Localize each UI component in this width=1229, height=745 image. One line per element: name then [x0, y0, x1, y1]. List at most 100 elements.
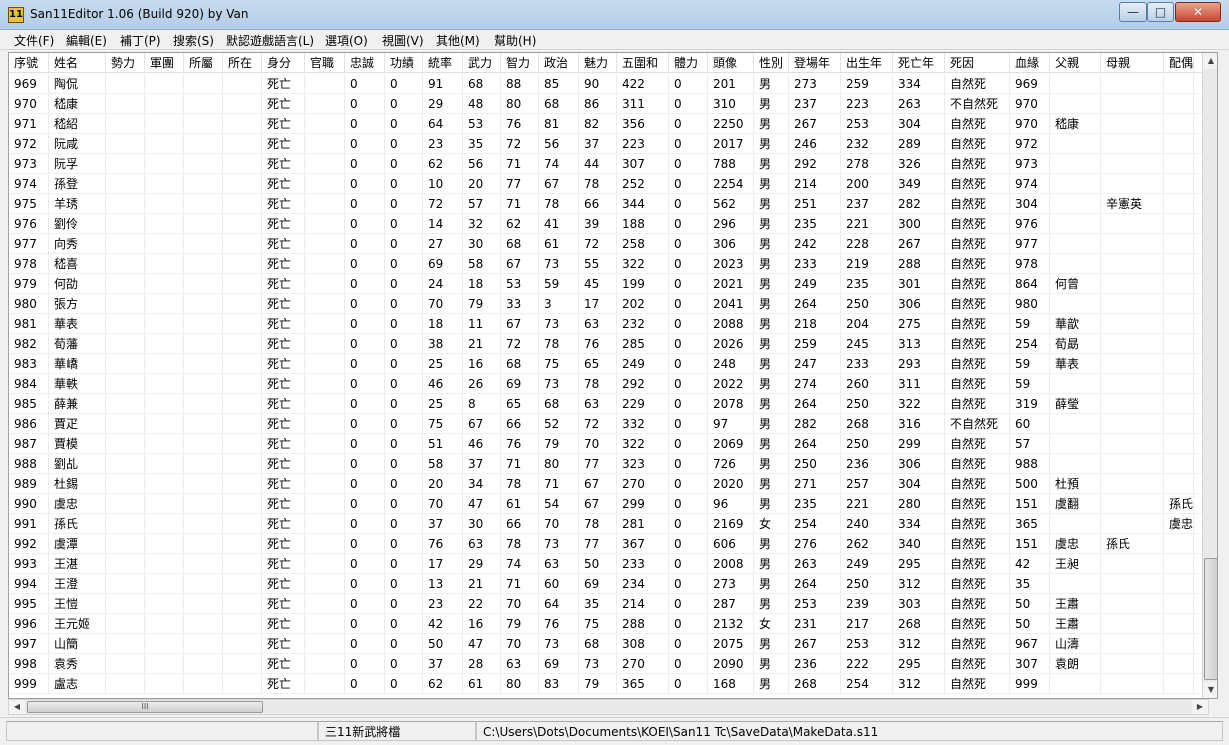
cell-col-total[interactable]: 234 — [617, 574, 669, 594]
menu-edit[interactable]: 編輯(E) — [66, 32, 107, 49]
cell-col-birth-year[interactable]: 235 — [841, 274, 893, 294]
cell-col-birth-year[interactable]: 250 — [841, 294, 893, 314]
cell-col-father[interactable]: 袁朗 — [1050, 654, 1101, 674]
cell-col-father[interactable]: 山濤 — [1050, 634, 1101, 654]
cell-col-loyalty[interactable]: 0 — [345, 134, 385, 154]
cell-col-debut-year[interactable]: 236 — [789, 654, 841, 674]
cell-col-status[interactable]: 死亡 — [262, 294, 305, 314]
cell-col-merit[interactable]: 0 — [385, 114, 423, 134]
cell-col-total[interactable]: 367 — [617, 534, 669, 554]
cell-col-name[interactable]: 王愷 — [49, 594, 106, 614]
cell-col-death-year[interactable]: 268 — [893, 614, 945, 634]
table-row[interactable]: 973 阮孚 死亡 0 0 62 56 71 74 44 307 0 788 男 292 278 326 自然死 9… — [9, 154, 1202, 174]
cell-col-force[interactable] — [106, 174, 145, 194]
cell-col-debut-year[interactable]: 242 — [789, 234, 841, 254]
cell-col-death-cause[interactable]: 自然死 — [945, 234, 1010, 254]
cell-col-loyalty[interactable]: 0 — [345, 294, 385, 314]
cell-col-loyalty[interactable]: 0 — [345, 374, 385, 394]
cell-col-force[interactable] — [106, 634, 145, 654]
cell-col-mother[interactable] — [1101, 294, 1164, 314]
cell-col-politics[interactable]: 73 — [539, 314, 579, 334]
cell-col-corps[interactable] — [145, 194, 184, 214]
cell-col-birth-year[interactable]: 239 — [841, 594, 893, 614]
cell-col-charm[interactable]: 69 — [579, 574, 617, 594]
cell-col-gender[interactable]: 男 — [754, 574, 789, 594]
cell-col-bloodline[interactable]: 977 — [1010, 234, 1050, 254]
cell-col-gender[interactable]: 男 — [754, 274, 789, 294]
cell-col-office[interactable] — [305, 254, 345, 274]
cell-col-location[interactable] — [223, 354, 262, 374]
cell-col-leadership[interactable]: 14 — [423, 214, 463, 234]
cell-col-debut-year[interactable]: 263 — [789, 554, 841, 574]
cell-col-charm[interactable]: 67 — [579, 494, 617, 514]
header-col-index[interactable]: 序號 — [9, 53, 49, 73]
cell-col-debut-year[interactable]: 276 — [789, 534, 841, 554]
header-col-birth-year[interactable]: 出生年 — [841, 53, 893, 73]
cell-col-affiliation[interactable] — [184, 294, 223, 314]
header-col-spouse[interactable]: 配偶 — [1164, 53, 1194, 73]
cell-col-merit[interactable]: 0 — [385, 514, 423, 534]
cell-col-affiliation[interactable] — [184, 574, 223, 594]
cell-col-leadership[interactable]: 37 — [423, 654, 463, 674]
cell-col-war[interactable]: 34 — [463, 474, 501, 494]
cell-col-spouse[interactable] — [1164, 554, 1194, 574]
cell-col-corps[interactable] — [145, 94, 184, 114]
cell-col-spouse[interactable] — [1164, 474, 1194, 494]
cell-col-name[interactable]: 荀藩 — [49, 334, 106, 354]
cell-col-stamina[interactable]: 0 — [669, 514, 708, 534]
cell-col-loyalty[interactable]: 0 — [345, 494, 385, 514]
cell-col-debut-year[interactable]: 214 — [789, 174, 841, 194]
cell-col-death-cause[interactable]: 自然死 — [945, 434, 1010, 454]
cell-col-war[interactable]: 28 — [463, 654, 501, 674]
cell-col-bloodline[interactable]: 59 — [1010, 354, 1050, 374]
cell-col-index[interactable]: 985 — [9, 394, 49, 414]
menu-patch[interactable]: 補丁(P) — [120, 32, 161, 49]
cell-col-loyalty[interactable]: 0 — [345, 614, 385, 634]
cell-col-debut-year[interactable]: 235 — [789, 494, 841, 514]
header-col-death-year[interactable]: 死亡年 — [893, 53, 945, 73]
cell-col-leadership[interactable]: 69 — [423, 254, 463, 274]
cell-col-spouse[interactable] — [1164, 94, 1194, 114]
cell-col-name[interactable]: 羊琇 — [49, 194, 106, 214]
cell-col-loyalty[interactable]: 0 — [345, 354, 385, 374]
cell-col-politics[interactable]: 54 — [539, 494, 579, 514]
cell-col-death-year[interactable]: 313 — [893, 334, 945, 354]
cell-col-location[interactable] — [223, 614, 262, 634]
cell-col-name[interactable]: 賈疋 — [49, 414, 106, 434]
cell-col-office[interactable] — [305, 314, 345, 334]
cell-col-name[interactable]: 張方 — [49, 294, 106, 314]
cell-col-force[interactable] — [106, 614, 145, 634]
cell-col-intellect[interactable]: 66 — [501, 514, 539, 534]
cell-col-spouse[interactable] — [1164, 114, 1194, 134]
cell-col-office[interactable] — [305, 354, 345, 374]
cell-col-portrait[interactable]: 726 — [708, 454, 754, 474]
app-icon[interactable]: 11 — [8, 7, 24, 23]
cell-col-merit[interactable]: 0 — [385, 254, 423, 274]
cell-col-corps[interactable] — [145, 554, 184, 574]
cell-col-portrait[interactable]: 97 — [708, 414, 754, 434]
cell-col-force[interactable] — [106, 474, 145, 494]
cell-col-loyalty[interactable]: 0 — [345, 254, 385, 274]
cell-col-stamina[interactable]: 0 — [669, 274, 708, 294]
cell-col-debut-year[interactable]: 264 — [789, 394, 841, 414]
cell-col-debut-year[interactable]: 259 — [789, 334, 841, 354]
cell-col-name[interactable]: 阮孚 — [49, 154, 106, 174]
cell-col-bloodline[interactable]: 365 — [1010, 514, 1050, 534]
cell-col-total[interactable]: 270 — [617, 654, 669, 674]
cell-col-intellect[interactable]: 71 — [501, 454, 539, 474]
cell-col-birth-year[interactable]: 253 — [841, 634, 893, 654]
cell-col-office[interactable] — [305, 294, 345, 314]
cell-col-death-year[interactable]: 334 — [893, 74, 945, 94]
cell-col-war[interactable]: 18 — [463, 274, 501, 294]
cell-col-war[interactable]: 21 — [463, 334, 501, 354]
cell-col-death-cause[interactable]: 自然死 — [945, 674, 1010, 694]
cell-col-portrait[interactable]: 273 — [708, 574, 754, 594]
cell-col-birth-year[interactable]: 236 — [841, 454, 893, 474]
cell-col-merit[interactable]: 0 — [385, 594, 423, 614]
cell-col-force[interactable] — [106, 434, 145, 454]
cell-col-father[interactable] — [1050, 454, 1101, 474]
cell-col-status[interactable]: 死亡 — [262, 134, 305, 154]
header-col-corps[interactable]: 軍團 — [145, 53, 184, 73]
cell-col-name[interactable]: 袁秀 — [49, 654, 106, 674]
table-row[interactable]: 972 阮咸 死亡 0 0 23 35 72 56 37 223 0 2017 男 246 232 289 自然死… — [9, 134, 1202, 154]
